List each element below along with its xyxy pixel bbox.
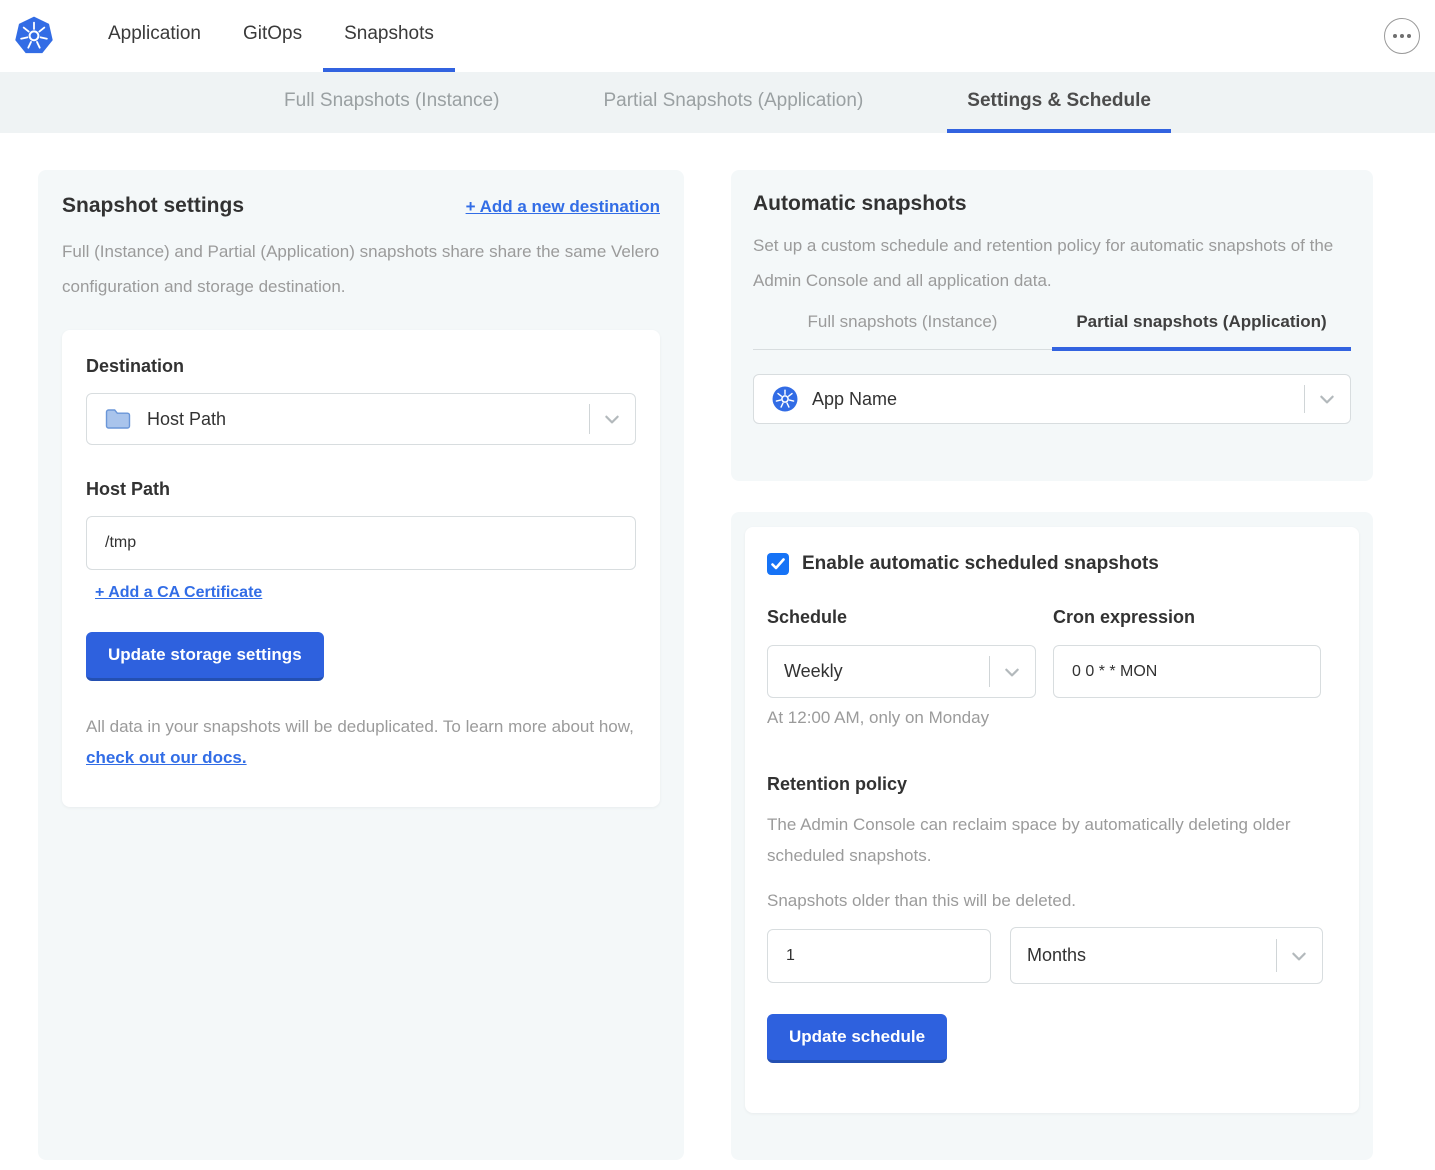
tab-partial-snapshots-application[interactable]: Partial snapshots (Application)	[1052, 312, 1351, 351]
host-path-label: Host Path	[86, 479, 636, 500]
cron-expression-input[interactable]	[1053, 645, 1321, 698]
nav-tab-gitops[interactable]: GitOps	[222, 0, 323, 72]
tab-full-snapshots-instance[interactable]: Full snapshots (Instance)	[753, 312, 1052, 351]
snapshot-settings-title: Snapshot settings	[62, 194, 244, 218]
primary-nav: Application GitOps Snapshots	[87, 0, 455, 72]
storage-settings-panel: Destination Host Path Host Path + Add a …	[62, 330, 660, 807]
chevron-down-icon	[1003, 663, 1021, 681]
ellipsis-icon	[1393, 34, 1397, 38]
kubernetes-logo-icon	[14, 13, 54, 57]
subnav-tab-partial-snapshots[interactable]: Partial Snapshots (Application)	[583, 72, 883, 133]
schedule-panel: Enable automatic scheduled snapshots Sch…	[745, 527, 1359, 1113]
snapshot-type-tabs: Full snapshots (Instance) Partial snapsh…	[753, 312, 1351, 350]
retention-unit-select[interactable]: Months	[1010, 927, 1323, 984]
admin-console-page: Application GitOps Snapshots Full Snapsh…	[0, 0, 1435, 1170]
snapshot-settings-card: Snapshot settings + Add a new destinatio…	[38, 170, 684, 1160]
overflow-menu-button[interactable]	[1384, 18, 1420, 54]
retention-policy-title: Retention policy	[767, 774, 1337, 795]
check-icon	[771, 558, 785, 570]
nav-tab-application[interactable]: Application	[87, 0, 222, 72]
schedule-interval-select[interactable]: Weekly	[767, 645, 1036, 698]
top-header: Application GitOps Snapshots	[0, 0, 1435, 72]
update-schedule-button[interactable]: Update schedule	[767, 1014, 947, 1063]
host-path-input[interactable]	[86, 516, 636, 570]
subnav-tab-full-snapshots[interactable]: Full Snapshots (Instance)	[264, 72, 519, 133]
add-new-destination-link[interactable]: + Add a new destination	[466, 197, 660, 217]
subnav-tab-settings-schedule[interactable]: Settings & Schedule	[947, 72, 1171, 133]
dedup-note: All data in your snapshots will be dedup…	[86, 711, 636, 773]
chevron-down-icon	[603, 410, 621, 428]
retention-unit-value: Months	[1027, 945, 1086, 966]
enable-snapshots-label: Enable automatic scheduled snapshots	[802, 553, 1159, 575]
retention-count-input[interactable]	[767, 929, 991, 983]
destination-select[interactable]: Host Path	[86, 393, 636, 445]
destination-select-value: Host Path	[147, 409, 226, 430]
retention-helper-text: Snapshots older than this will be delete…	[767, 891, 1337, 911]
select-divider	[1304, 385, 1305, 414]
retention-policy-description: The Admin Console can reclaim space by a…	[767, 809, 1307, 871]
destination-label: Destination	[86, 356, 636, 377]
schedule-card: Enable automatic scheduled snapshots Sch…	[731, 512, 1373, 1160]
cron-human-readable: At 12:00 AM, only on Monday	[767, 708, 1036, 728]
add-ca-certificate-link[interactable]: + Add a CA Certificate	[95, 584, 262, 602]
schedule-label: Schedule	[767, 607, 1036, 628]
select-divider	[589, 404, 590, 434]
docs-link[interactable]: check out our docs.	[86, 748, 247, 767]
snapshots-subnav: Full Snapshots (Instance) Partial Snapsh…	[0, 72, 1435, 133]
application-select[interactable]: App Name	[753, 374, 1351, 424]
nav-tab-snapshots[interactable]: Snapshots	[323, 0, 455, 72]
automatic-snapshots-title: Automatic snapshots	[753, 192, 1351, 216]
app-kubernetes-icon	[772, 386, 798, 412]
cron-expression-label: Cron expression	[1053, 607, 1321, 628]
schedule-interval-value: Weekly	[784, 661, 843, 682]
automatic-snapshots-card: Automatic snapshots Set up a custom sche…	[731, 170, 1373, 481]
select-divider	[1276, 939, 1277, 972]
snapshot-settings-description: Full (Instance) and Partial (Application…	[62, 234, 660, 304]
chevron-down-icon	[1290, 947, 1308, 965]
application-select-value: App Name	[812, 389, 897, 410]
enable-snapshots-checkbox[interactable]	[767, 553, 789, 575]
select-divider	[989, 656, 990, 687]
update-storage-settings-button[interactable]: Update storage settings	[86, 632, 324, 681]
automatic-snapshots-description: Set up a custom schedule and retention p…	[753, 228, 1351, 298]
chevron-down-icon	[1318, 390, 1336, 408]
folder-icon	[105, 408, 131, 430]
